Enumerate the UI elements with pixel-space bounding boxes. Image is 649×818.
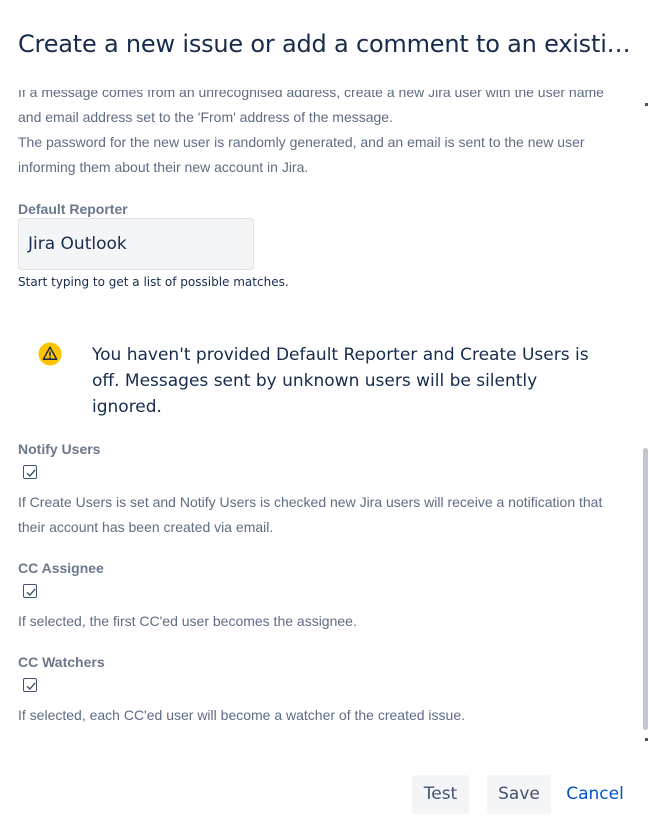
cc-watchers-description: If selected, each CC'ed user will become… bbox=[18, 707, 466, 723]
scroll-up-arrow-icon[interactable] bbox=[645, 103, 648, 106]
notify-users-description: If Create Users is set and Notify Users … bbox=[18, 494, 603, 535]
scroll-down-arrow-icon[interactable] bbox=[645, 738, 648, 741]
cc-assignee-checkbox[interactable] bbox=[23, 584, 37, 598]
checkmark-icon bbox=[26, 682, 36, 691]
cc-assignee-description: If selected, the first CC'ed user become… bbox=[18, 613, 357, 629]
create-users-description: If a message comes from an unrecognised … bbox=[18, 90, 618, 180]
create-users-description-line1: If a message comes from an unrecognised … bbox=[18, 90, 604, 125]
checkmark-icon bbox=[26, 469, 36, 478]
notify-users-checkbox[interactable] bbox=[23, 465, 37, 479]
default-reporter-input[interactable]: Jira Outlook bbox=[18, 218, 254, 270]
test-button[interactable]: Test bbox=[412, 775, 469, 814]
default-reporter-help: Start typing to get a list of possible m… bbox=[18, 275, 289, 289]
scrollbar-thumb[interactable] bbox=[643, 448, 648, 730]
warning-text: You haven't provided Default Reporter an… bbox=[92, 345, 589, 417]
cc-watchers-checkbox[interactable] bbox=[23, 678, 37, 692]
dialog-title: Create a new issue or add a comment to a… bbox=[18, 30, 638, 58]
cancel-button[interactable]: Cancel bbox=[563, 775, 627, 814]
save-button[interactable]: Save bbox=[487, 775, 551, 814]
warning-icon bbox=[38, 342, 62, 366]
cc-watchers-field: CC Watchers If selected, each CC'ed user… bbox=[18, 653, 618, 723]
dialog-scroll-area[interactable]: If a message comes from an unrecognised … bbox=[0, 90, 642, 743]
checkmark-icon bbox=[26, 588, 36, 597]
create-users-description-line2: The password for the new user is randoml… bbox=[18, 134, 585, 175]
cc-assignee-field: CC Assignee If selected, the first CC'ed… bbox=[18, 559, 618, 629]
cc-assignee-label: CC Assignee bbox=[18, 560, 104, 576]
notify-users-field: Notify Users If Create Users is set and … bbox=[18, 440, 618, 535]
cc-watchers-label: CC Watchers bbox=[18, 654, 105, 670]
default-reporter-label: Default Reporter bbox=[18, 201, 128, 217]
notify-users-label: Notify Users bbox=[18, 441, 101, 457]
